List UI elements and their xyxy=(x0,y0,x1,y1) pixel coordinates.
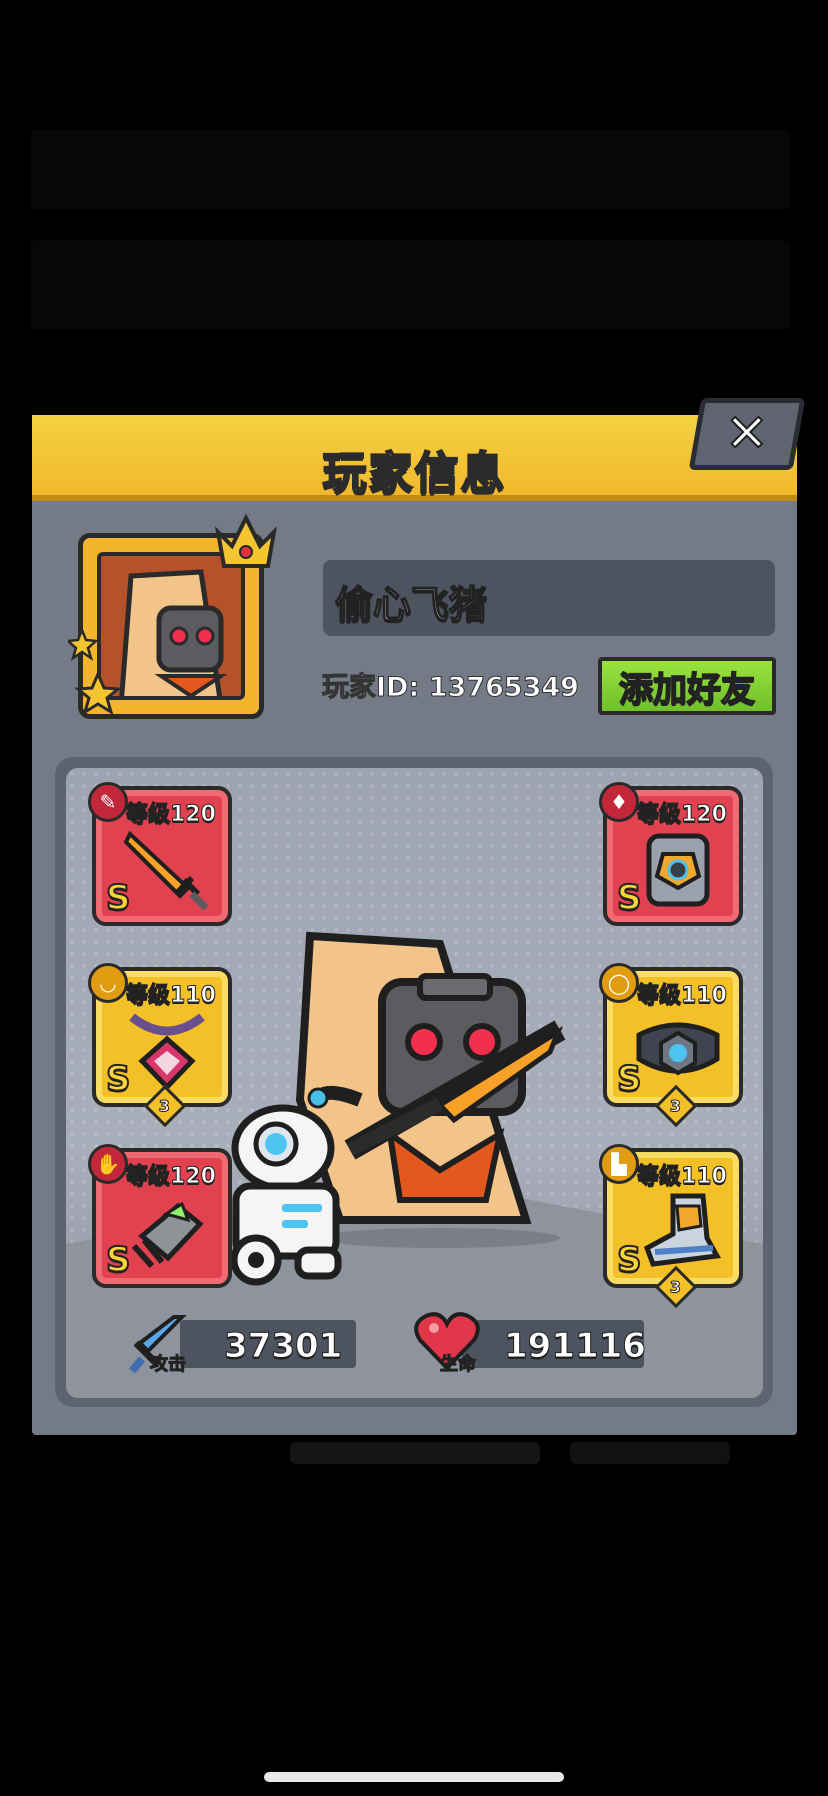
player-name-box: 偷心飞猪 xyxy=(323,560,775,636)
close-button[interactable]: ✕ xyxy=(688,398,806,470)
belt-slot[interactable]: ◯ 等级110 S 3 xyxy=(599,963,743,1128)
slot-grade: S xyxy=(616,877,642,919)
player-id: 玩家ID: 13765349 xyxy=(322,672,580,704)
star-icon xyxy=(68,628,122,716)
hp-stat-box: 191116 xyxy=(462,1320,647,1368)
screen: 玩家信息 ✕ 偷心飞猪 玩家ID: 13765349 添加好友 ✎ 等级120 … xyxy=(0,0,828,1796)
slot-grade: S xyxy=(105,1058,131,1100)
flame-sword-icon xyxy=(123,830,209,911)
boots-slot[interactable]: ▙ 等级110 S 3 xyxy=(599,1144,743,1309)
close-icon: ✕ xyxy=(724,403,770,465)
attack-value: 37301 xyxy=(223,1326,343,1367)
slot-grade: S xyxy=(616,1058,642,1100)
add-friend-button[interactable]: 添加好友 xyxy=(598,657,776,715)
home-indicator[interactable] xyxy=(264,1772,564,1782)
crown-icon xyxy=(214,513,278,568)
mech-boots-icon xyxy=(643,1193,721,1267)
hp-value: 191116 xyxy=(504,1326,647,1367)
necklace-slot[interactable]: ◡ 等级110 S 3 xyxy=(88,963,232,1128)
hex-belt-icon xyxy=(636,1022,720,1076)
glove-icon: ✋ xyxy=(88,1144,128,1184)
mech-armor-icon xyxy=(646,833,710,907)
necklace-icon: ◡ xyxy=(88,963,128,1003)
robot-pet xyxy=(230,1104,342,1286)
background-shape xyxy=(570,1442,730,1464)
player-name: 偷心飞猪 xyxy=(334,582,488,628)
boots-icon: ▙ xyxy=(599,1144,639,1184)
chain-amulet-icon xyxy=(129,1013,205,1091)
background-shape xyxy=(30,130,790,210)
mech-gauntlet-icon xyxy=(131,1201,204,1269)
slot-grade: S xyxy=(105,877,131,919)
background-shape xyxy=(30,240,790,330)
weapon-slot[interactable]: ✎ 等级120 S xyxy=(88,782,232,926)
background-shape xyxy=(290,1442,540,1464)
weapon-icon: ✎ xyxy=(88,782,128,822)
attack-stat-box: 37301 xyxy=(180,1320,356,1368)
hp-label: 生命 xyxy=(440,1354,477,1376)
armor-icon: ♦ xyxy=(599,782,639,822)
belt-icon: ◯ xyxy=(599,963,639,1003)
glove-slot[interactable]: ✋ 等级120 S xyxy=(88,1144,232,1288)
attack-label: 攻击 xyxy=(150,1354,187,1376)
slot-grade: S xyxy=(616,1239,642,1281)
armor-slot[interactable]: ♦ 等级120 S xyxy=(599,782,743,926)
dialog-title: 玩家信息 xyxy=(322,447,507,500)
dialog-header: 玩家信息 xyxy=(32,415,797,501)
slot-grade: S xyxy=(105,1239,131,1281)
